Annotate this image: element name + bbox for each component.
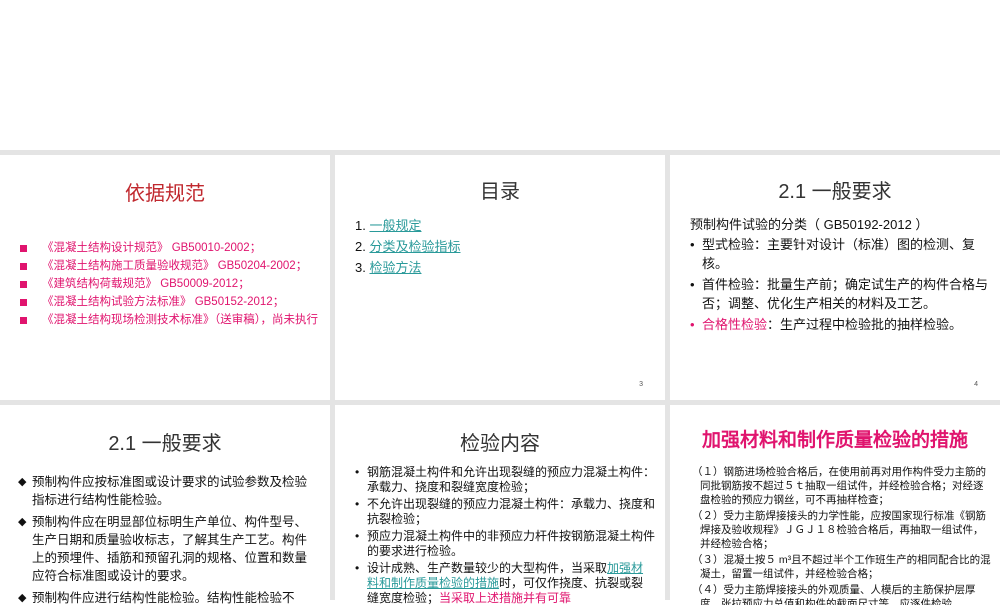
slide-thumbnail-references[interactable]: 依据规范 《混凝土结构设计规范》 GB50010-2002； 《混凝土结构施工质… <box>0 155 330 400</box>
list-item: 3. 检验方法 <box>355 257 460 278</box>
list-item: 1. 一般规定 <box>355 215 460 236</box>
reference-list: 《混凝土结构设计规范》 GB50010-2002； 《混凝土结构施工质量验收规范… <box>20 240 320 330</box>
contents-link[interactable]: 分类及检验指标 <box>369 239 460 254</box>
item-number: 2. <box>355 239 366 254</box>
list-item: 《混凝土结构试验方法标准》 GB50152-2012； <box>20 294 320 310</box>
slide-title: 检验内容 <box>460 433 540 455</box>
list-item: 不允许出现裂缝的预应力混凝土构件：承载力、挠度和抗裂检验； <box>355 497 655 527</box>
list-item: 预应力混凝土构件中的非预应力杆件按钢筋混凝土构件的要求进行检验。 <box>355 529 655 559</box>
list-item: 《混凝土结构现场检测技术标准》（送审稿），尚未执行 <box>20 312 320 328</box>
list-item: （１）钢筋进场检验合格后，在使用前再对用作构件受力主筋的同批钢筋按不超过５ｔ抽取… <box>692 466 986 506</box>
item-number: 3. <box>355 260 366 275</box>
page-number: 4 <box>974 381 978 388</box>
slide-thumbnail-contents[interactable]: 目录 1. 一般规定 2. 分类及检验指标 3. 检验方法 3 <box>335 155 665 400</box>
contents-list: 1. 一般规定 2. 分类及检验指标 3. 检验方法 <box>355 215 460 278</box>
slide-title: 加强材料和制作质量检验的措施 <box>701 430 968 451</box>
list-item: 预制构件应进行结构性能检验。结构性能检验不 <box>18 589 318 605</box>
slide-thumbnail-general-requirements-2[interactable]: 2.1 一般要求 预制构件应按标准图或设计要求的试验参数及检验指标进行结构性能检… <box>0 405 330 605</box>
slide-title: 2.1 一般要求 <box>108 433 222 455</box>
slide-title: 目录 <box>480 181 520 203</box>
slide-title: 2.1 一般要求 <box>778 181 892 203</box>
slide-thumbnail-inspection-content[interactable]: 检验内容 钢筋混凝土构件和允许出现裂缝的预应力混凝土构件：承载力、挠度和裂缝宽度… <box>335 405 665 605</box>
list-item: 预制构件应按标准图或设计要求的试验参数及检验指标进行结构性能检验。 <box>18 473 318 509</box>
list-item: 《建筑结构荷载规范》 GB50009-2012； <box>20 276 320 292</box>
lead-text: 预制构件试验的分类（ GB50192-2012 ） <box>690 217 929 232</box>
list-item: 设计成熟、生产数量较少的大型构件，当采取加强材料和制作质量检验的措施时，可仅作挠… <box>355 561 655 605</box>
highlight-term: 合格性检验 <box>702 317 768 332</box>
slide-title: 依据规范 <box>125 183 205 205</box>
list-item: 首件检验：批量生产前；确定试生产的构件合格与否；调整、优化生产相关的材料及工艺。 <box>690 275 990 313</box>
bullet-list: 钢筋混凝土构件和允许出现裂缝的预应力混凝土构件：承载力、挠度和裂缝宽度检验； 不… <box>355 465 655 605</box>
list-item: 2. 分类及检验指标 <box>355 236 460 257</box>
list-item: 型式检验：主要针对设计（标准）图的检测、复核。 <box>690 235 990 273</box>
list-item: （３）混凝土按５ m³且不超过半个工作班生产的相同配合比的混凝土，留置一组试件，… <box>692 554 991 580</box>
slide-thumbnail-general-requirements[interactable]: 2.1 一般要求 预制构件试验的分类（ GB50192-2012 ） 型式检验：… <box>670 155 1000 400</box>
bullet-list: 型式检验：主要针对设计（标准）图的检测、复核。 首件检验：批量生产前；确定试生产… <box>690 235 990 336</box>
item-text: 设计成熟、生产数量较少的大型构件，当采取 <box>367 561 608 575</box>
item-text: ：生产过程中检验批的抽样检验。 <box>767 317 963 332</box>
highlight-text: 当采取上述措施并有可靠 <box>439 591 572 605</box>
measures-list: （１）钢筋进场检验合格后，在使用前再对用作构件受力主筋的同批钢筋按不超过５ｔ抽取… <box>692 465 992 605</box>
list-item: 《混凝土结构设计规范》 GB50010-2002； <box>20 240 320 256</box>
contents-link[interactable]: 一般规定 <box>369 218 421 233</box>
page-number: 3 <box>639 381 643 388</box>
list-item: （４）受力主筋焊接接头的外观质量、人模后的主筋保护层厚度、张拉预应力总值和构件的… <box>692 584 976 605</box>
item-number: 1. <box>355 218 366 233</box>
list-item: 预制构件应在明显部位标明生产单位、构件型号、生产日期和质量验收标志，了解其生产工… <box>18 513 318 585</box>
bullet-list: 预制构件应按标准图或设计要求的试验参数及检验指标进行结构性能检验。 预制构件应在… <box>18 473 318 605</box>
slide-thumbnail-quality-measures[interactable]: 加强材料和制作质量检验的措施 （１）钢筋进场检验合格后，在使用前再对用作构件受力… <box>670 405 1000 605</box>
list-item: 合格性检验：生产过程中检验批的抽样检验。 <box>690 315 990 334</box>
contents-link[interactable]: 检验方法 <box>369 260 421 275</box>
list-item: （２）受力主筋焊接接头的力学性能，应按国家现行标准《钢筋焊接及验收规程》ＪＧＪ１… <box>692 510 986 550</box>
list-item: 钢筋混凝土构件和允许出现裂缝的预应力混凝土构件：承载力、挠度和裂缝宽度检验； <box>355 465 655 495</box>
list-item: 《混凝土结构施工质量验收规范》 GB50204-2002； <box>20 258 320 274</box>
